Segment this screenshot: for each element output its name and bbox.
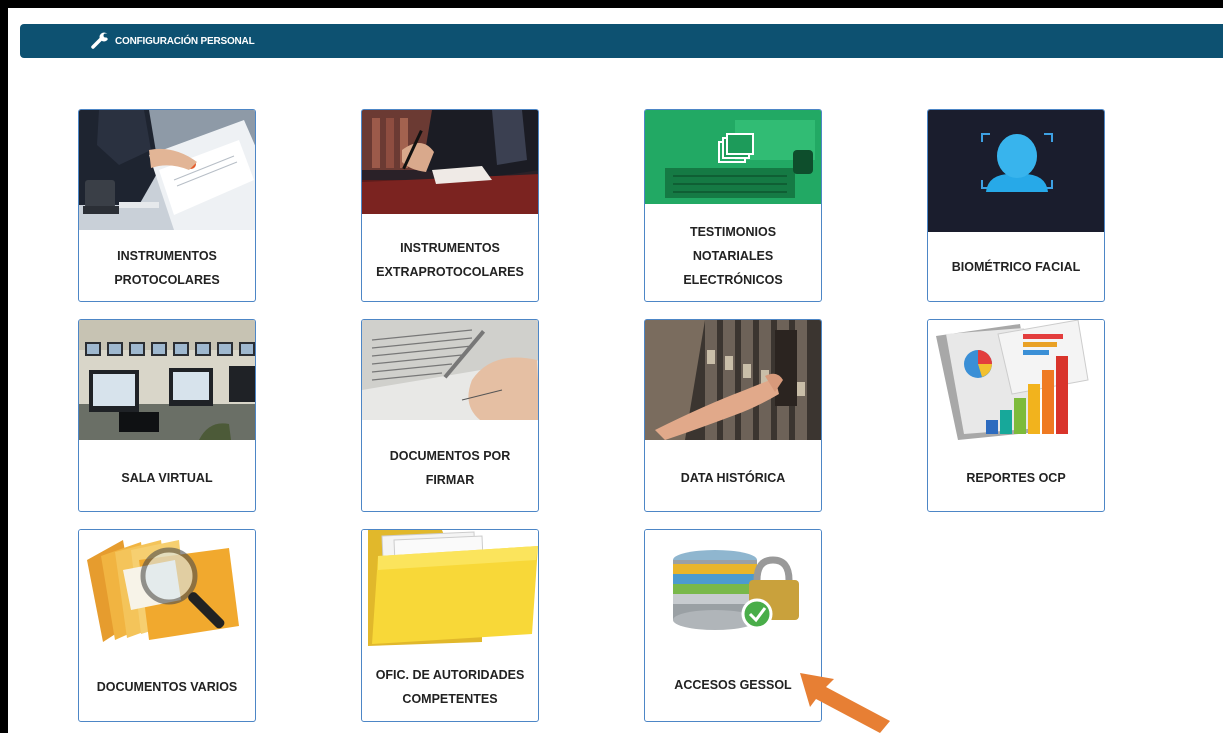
section-title: CONFIGURACIÓN PERSONAL [115,35,255,47]
hand-pen-image [362,320,538,420]
card-biometrico-facial[interactable]: BIOMÉTRICO FACIAL [927,109,1105,302]
archive-files-image [645,320,821,440]
database-lock-image [645,530,821,644]
card-instrumentos-protocolares[interactable]: INSTRUMENTOS PROTOCOLARES [78,109,256,302]
card-label: INSTRUMENTOS PROTOCOLARES [114,249,220,287]
card-data-historica[interactable]: DATA HISTÓRICA [644,319,822,512]
page-frame: CONFIGURACIÓN PERSONAL INSTRUMENTOS PROT… [8,8,1223,733]
card-label: ACCESOS GESSOL [674,678,792,692]
card-label: OFIC. DE AUTORIDADES COMPETENTES [375,668,525,706]
computer-room-image [79,320,255,440]
pen-signature-image [362,110,538,214]
card-label: INSTRUMENTOS EXTRAPROTOCOLARES [376,241,524,279]
card-sala-virtual[interactable]: SALA VIRTUAL [78,319,256,512]
card-ofic-autoridades[interactable]: OFIC. DE AUTORIDADES COMPETENTES [361,529,539,722]
card-label: DOCUMENTOS VARIOS [96,680,238,694]
card-reportes-ocp[interactable]: REPORTES OCP [927,319,1105,512]
card-accesos-gessol[interactable]: ACCESOS GESSOL [644,529,822,722]
laptop-folders-image [645,110,821,204]
report-charts-image [928,320,1104,440]
section-header: CONFIGURACIÓN PERSONAL [20,24,1223,58]
wrench-icon [90,32,113,50]
face-scan-image [928,110,1104,232]
card-documentos-varios[interactable]: DOCUMENTOS VARIOS [78,529,256,722]
card-testimonios-notariales[interactable]: TESTIMONIOS NOTARIALES ELECTRÓNICOS [644,109,822,302]
card-label: TESTIMONIOS NOTARIALES ELECTRÓNICOS [683,225,783,287]
card-label: DOCUMENTOS POR FIRMAR [389,449,511,487]
annotation-arrow-icon [800,673,890,733]
card-label: BIOMÉTRICO FACIAL [951,260,1081,274]
card-label: SALA VIRTUAL [121,471,213,485]
folders-magnifier-image [79,530,255,648]
card-label: REPORTES OCP [966,471,1066,485]
card-documentos-por-firmar[interactable]: DOCUMENTOS POR FIRMAR [361,319,539,512]
card-instrumentos-extraprotocolares[interactable]: INSTRUMENTOS EXTRAPROTOCOLARES [361,109,539,302]
signing-document-image [79,110,255,230]
yellow-folder-image [362,530,538,648]
card-label: DATA HISTÓRICA [680,471,786,485]
